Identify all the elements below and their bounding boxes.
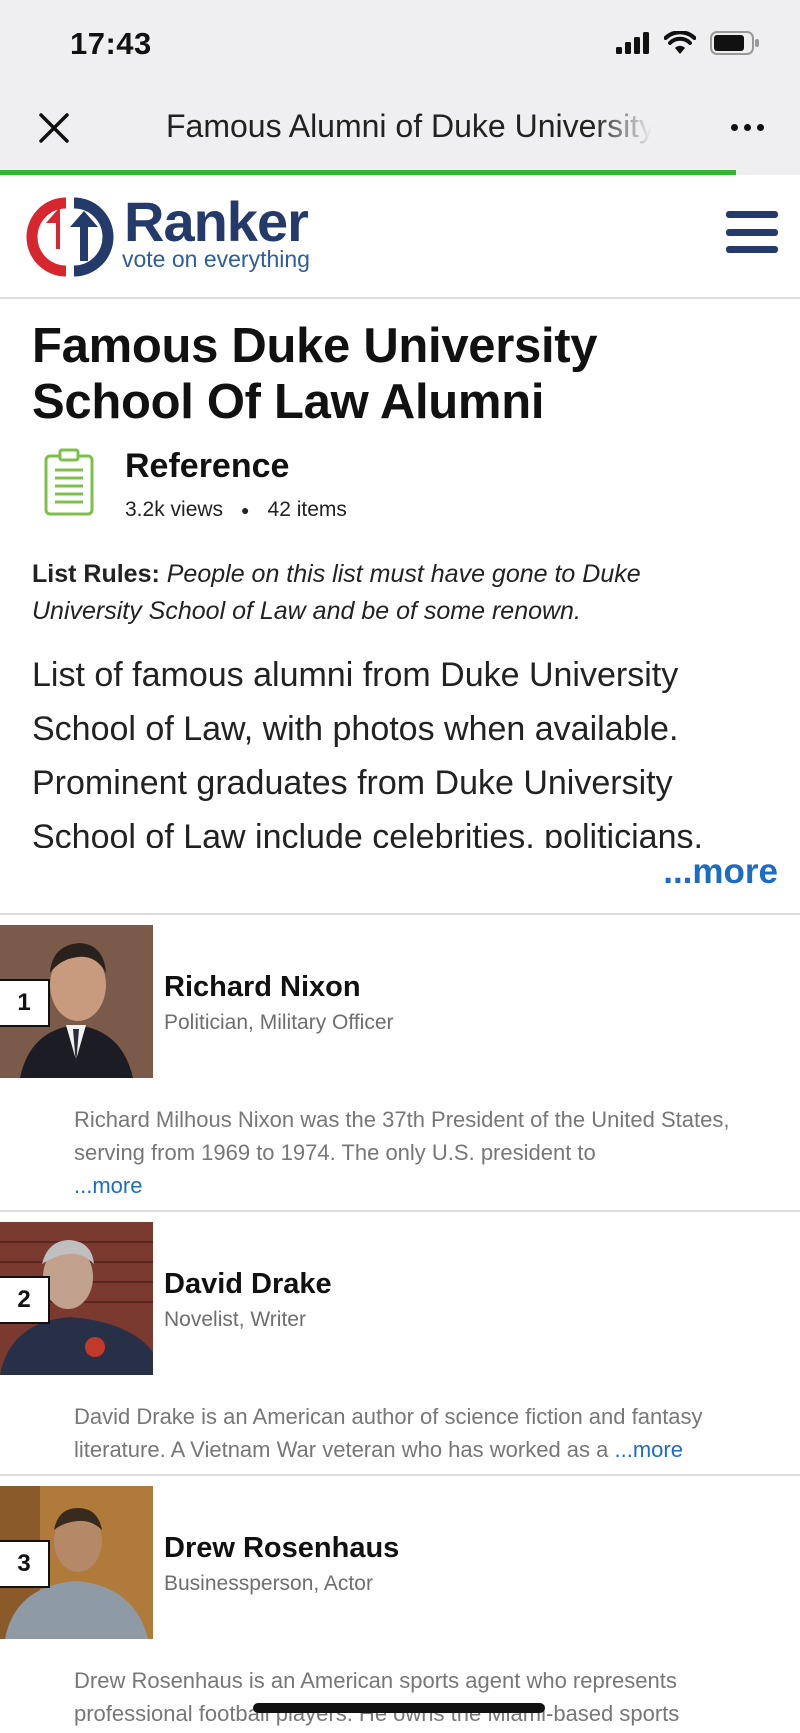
list-description: List of famous alumni from Duke Universi… [32,656,703,848]
item-role: Politician, Military Officer [164,1011,394,1034]
list-rules: List Rules: People on this list must hav… [32,556,752,630]
list-item[interactable]: 3 Drew Rosenhaus Businessperson, Actor D… [0,1486,800,1733]
item-more-link[interactable]: ...more [615,1437,683,1462]
browser-page-title: Famous Alumni of Duke University School … [166,108,652,144]
item-name[interactable]: Drew Rosenhaus [164,1532,399,1565]
item-description: David Drake is an American author of sci… [74,1400,764,1466]
item-role: Businessperson, Actor [164,1572,373,1595]
list-item[interactable]: 2 David Drake Novelist, Writer David Dra… [0,1222,800,1472]
item-more-link[interactable]: ...more [74,1173,142,1198]
list-rules-label: List Rules: [32,560,160,588]
ranker-logo-wordmark[interactable]: Ranker [124,189,309,254]
item-description-text: Richard Milhous Nixon was the 37th Presi… [74,1107,730,1165]
page-title: Famous Duke University School Of Law Alu… [32,319,598,429]
more-options-icon[interactable] [731,124,764,131]
site-header: Ranker vote on everything [0,175,800,299]
rank-badge: 2 [0,1276,50,1324]
divider [0,1210,800,1212]
category-label[interactable]: Reference [125,447,289,486]
list-item[interactable]: 1 Richard Nixon Politician, Military Off… [0,925,800,1215]
rank-badge: 1 [0,979,50,1027]
wifi-icon [664,31,696,54]
menu-icon[interactable] [726,211,778,253]
item-description: Drew Rosenhaus is an American sports age… [74,1664,764,1730]
description-more-link[interactable]: ...more [663,852,778,892]
divider [0,913,800,915]
divider [0,1474,800,1476]
item-name[interactable]: David Drake [164,1268,332,1301]
item-count: 42 items [267,498,347,521]
list-stats: 3.2k views ● 42 items [125,498,347,522]
browser-nav-bar: Famous Alumni of Duke University School … [0,88,800,170]
battery-icon [710,31,759,55]
item-description: Richard Milhous Nixon was the 37th Presi… [74,1103,764,1202]
item-name[interactable]: Richard Nixon [164,971,361,1004]
status-icons [616,28,760,58]
clipboard-icon [44,448,94,516]
signal-icon [616,32,649,54]
item-description-text: Drew Rosenhaus is an American sports age… [74,1668,680,1726]
item-role: Novelist, Writer [164,1308,306,1331]
home-indicator[interactable] [253,1703,545,1713]
status-time: 17:43 [70,26,152,61]
view-count: 3.2k views [125,498,224,521]
status-bar: 17:43 [0,0,800,88]
rank-badge: 3 [0,1540,50,1588]
ranker-logo-tagline: vote on everything [122,246,310,272]
separator-dot: ● [241,502,250,518]
close-icon[interactable] [36,110,72,146]
item-description-text: David Drake is an American author of sci… [74,1404,703,1462]
ranker-logo-icon[interactable] [26,193,114,281]
